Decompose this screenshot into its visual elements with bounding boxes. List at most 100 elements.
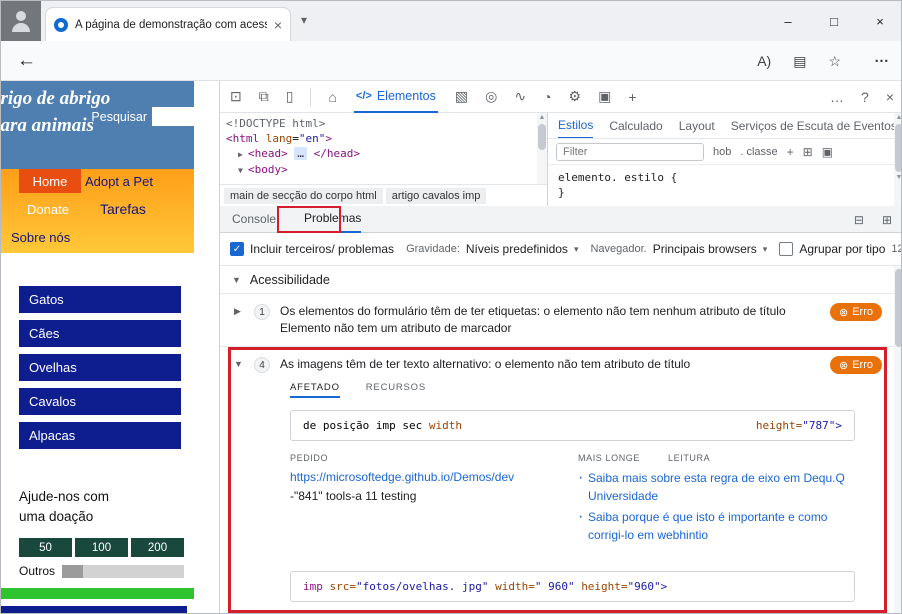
scroll-down-icon[interactable]: ▼ (896, 173, 902, 183)
panel-layout-icon[interactable]: ▯ (286, 88, 294, 105)
tab-calculado[interactable]: Calculado (609, 113, 662, 139)
tab-estilos[interactable]: Estilos (558, 113, 593, 139)
minimize-button[interactable]: – (765, 1, 811, 41)
tab-afetado[interactable]: AFETADO (290, 382, 340, 398)
collapse-arrow-icon[interactable]: ▼ (238, 163, 248, 178)
tab-elements[interactable]: </> Elementos (354, 81, 438, 113)
dom-line-body[interactable]: ▼<body> (226, 162, 531, 178)
dom-line-doctype[interactable]: <!DOCTYPE html> (226, 116, 531, 131)
tool-network-icon[interactable]: ◎ (485, 88, 497, 105)
scroll-up-icon[interactable]: ▲ (896, 113, 902, 123)
devtools-toolbar: ⊡ ⧉ ▯ ⌂ </> Elementos ▧ ◎ ∿ ◔ ⚙ ▣ + … ? … (220, 81, 902, 113)
nav-item-home[interactable]: Home (19, 169, 81, 193)
category-alpacas[interactable]: Alpacas (19, 422, 181, 449)
issue-row-form-labels[interactable]: ▶ 1 Os elementos do formulário têm de te… (220, 293, 902, 346)
error-badge: ⊗ Erro (830, 356, 882, 374)
tab-problemas[interactable]: Problemas (304, 206, 361, 233)
chevron-down-icon[interactable]: ▾ (301, 13, 307, 27)
nav-item-tarefas[interactable]: Tarefas (100, 201, 146, 217)
error-circle-icon: ⊗ (839, 306, 848, 319)
profile-avatar[interactable] (1, 1, 41, 41)
grid-icon[interactable]: ⊞ (803, 145, 813, 159)
hov-toggle[interactable]: hob (713, 146, 731, 158)
affected-element-snippet-2[interactable]: imp src="fotos/ovelhas. jpg" width=" 960… (290, 571, 855, 602)
inspect-icon[interactable]: ⊡ (230, 88, 242, 105)
new-style-rule-icon[interactable]: + (787, 145, 794, 159)
read-aloud-icon[interactable]: A) (757, 53, 771, 69)
tool-misc-icon[interactable]: ▧ (455, 88, 468, 105)
nav-item-donate[interactable]: Donate (27, 202, 69, 217)
dock-icon[interactable]: ▣ (598, 88, 611, 105)
styles-filter-input[interactable] (556, 143, 704, 161)
nav-item-sobre-nos[interactable]: Sobre nós (11, 230, 70, 245)
collapsed-content-chip[interactable]: … (294, 147, 307, 160)
category-caes[interactable]: Cães (19, 320, 181, 347)
home-icon[interactable]: ⌂ (328, 89, 336, 105)
tool-wifi-icon[interactable]: ∿ (514, 88, 526, 105)
category-ovelhas[interactable]: Ovelhas (19, 354, 181, 381)
styles-filter-row: hob . classe + ⊞ ▣ (548, 139, 902, 165)
dom-scroll-thumb[interactable] (538, 124, 546, 150)
amount-50-button[interactable]: 50 (19, 538, 72, 557)
dom-line-head[interactable]: ▶<head> … </head> (226, 146, 531, 162)
collapse-arrow-icon[interactable]: ▼ (232, 275, 241, 285)
expand-arrow-icon[interactable]: ▶ (238, 147, 248, 162)
devtools-more-icon[interactable]: … (830, 89, 844, 105)
styles-scroll-thumb[interactable] (895, 124, 902, 172)
devtools-close-icon[interactable]: × (886, 89, 894, 105)
browser-menu-icon[interactable]: … (874, 49, 889, 66)
dom-line-html[interactable]: <html lang="en"> (226, 131, 531, 146)
slider-thumb[interactable] (62, 565, 83, 578)
person-icon-body (12, 23, 30, 32)
search-input[interactable] (152, 107, 194, 126)
close-button[interactable]: × (857, 1, 902, 41)
issues-scroll-thumb[interactable] (895, 269, 902, 347)
tab-console[interactable]: Console (232, 206, 276, 233)
severity-dropdown[interactable]: Níveis predefinidos (466, 242, 568, 256)
amount-100-button[interactable]: 100 (75, 538, 128, 557)
amount-slider[interactable] (62, 565, 184, 578)
maximize-button[interactable]: □ (811, 1, 857, 41)
affected-element-snippet[interactable]: de posição imp sec width height="787"> (290, 410, 855, 441)
cls-toggle[interactable]: . classe (740, 146, 777, 158)
browser-tab[interactable]: A página de demonstração com acessibilid… (45, 7, 291, 41)
nav-item-adopt[interactable]: Adopt a Pet (85, 174, 153, 189)
dom-scrollbar[interactable]: ▲ (537, 113, 547, 184)
drawer-tabbar: Console Problemas ⊟ ⊞ (220, 206, 902, 233)
include-third-party-checkbox[interactable]: ✓ (230, 242, 244, 256)
collapse-arrow-icon[interactable]: ▼ (234, 359, 244, 369)
devtools-help-icon[interactable]: ? (861, 89, 869, 105)
drawer-dock-icon[interactable]: ⊟ (854, 213, 864, 227)
favorites-star-icon[interactable]: ☆ (828, 53, 841, 70)
tab-close-icon[interactable]: × (274, 17, 282, 33)
tab-layout[interactable]: Layout (679, 113, 715, 139)
back-button[interactable]: ← (17, 50, 36, 72)
request-link[interactable]: https://microsoftedge.github.io/Demos/de… (290, 469, 552, 486)
element-style-rule[interactable]: elemento. estilo { } (548, 165, 902, 205)
sidebar-toggle-icon[interactable]: ▣ (822, 145, 833, 159)
tab-event-listeners[interactable]: Serviços de Escuta de Eventos (731, 113, 897, 139)
tab-recursos[interactable]: RECURSOS (366, 382, 426, 398)
expand-arrow-icon[interactable]: ▶ (234, 306, 244, 317)
issues-scrollbar[interactable] (894, 266, 902, 614)
chevron-down-icon: ▾ (763, 244, 768, 255)
section-acessibilidade[interactable]: ▼ Acessibilidade (220, 266, 902, 293)
breadcrumb-item[interactable]: artigo cavalos imp (386, 188, 487, 204)
breadcrumb-item[interactable]: main de secção do corpo html (224, 188, 383, 204)
device-toolbar-icon[interactable]: ⧉ (259, 88, 269, 105)
group-by-type-checkbox[interactable] (779, 242, 793, 256)
reader-mode-icon[interactable]: ▤ (793, 53, 806, 70)
styles-scrollbar[interactable]: ▲ ▼ (894, 113, 902, 206)
settings-gear-icon[interactable]: ⚙ (569, 88, 582, 105)
amount-200-button[interactable]: 200 (131, 538, 184, 557)
scroll-up-icon[interactable]: ▲ (539, 113, 546, 123)
issue-header[interactable]: ▼ 4 As imagens têm de ter texto alternat… (234, 356, 882, 374)
drawer-expand-icon[interactable]: ⊞ (882, 213, 892, 227)
reading-link[interactable]: Saiba porque é que isto é importante e c… (588, 510, 827, 542)
more-tools-plus-icon[interactable]: + (628, 89, 636, 105)
category-cavalos[interactable]: Cavalos (19, 388, 181, 415)
tool-performance-icon[interactable]: ◔ (543, 89, 551, 105)
reading-link[interactable]: Saiba mais sobre esta regra de eixo em D… (588, 471, 845, 503)
category-gatos[interactable]: Gatos (19, 286, 181, 313)
browser-dropdown[interactable]: Principais browsers (653, 242, 757, 256)
